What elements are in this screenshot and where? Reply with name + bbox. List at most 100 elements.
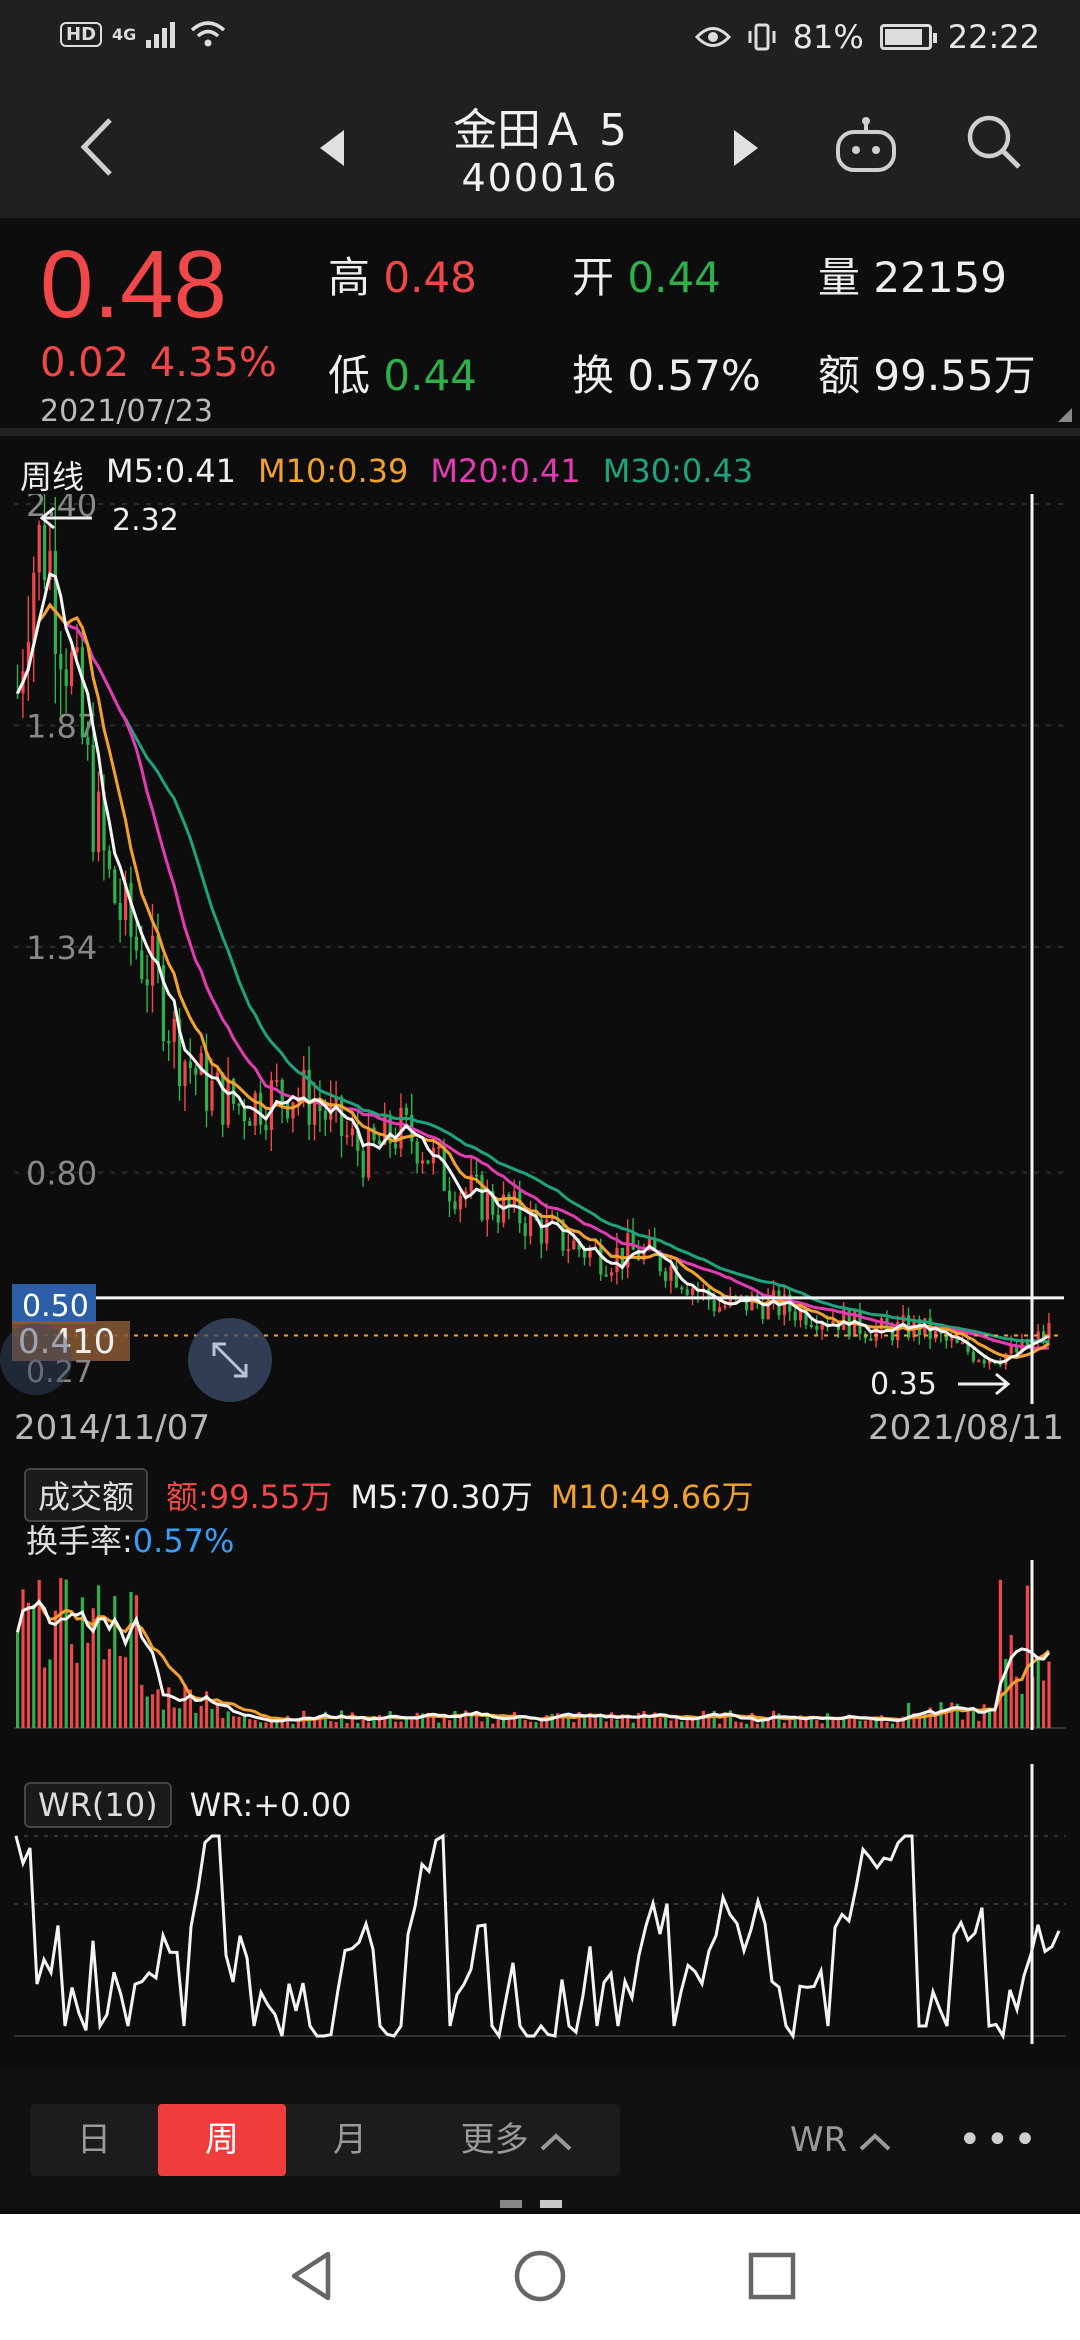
search-icon[interactable]: [964, 112, 1024, 172]
volume-chart[interactable]: [0, 1560, 1080, 1730]
candle-body: [237, 1103, 241, 1107]
tab-day[interactable]: 日: [30, 2104, 158, 2176]
tab-month[interactable]: 月: [286, 2104, 414, 2176]
volume-bar: [934, 1716, 938, 1728]
volume-bar: [350, 1712, 354, 1728]
candle-body: [80, 647, 84, 738]
wr-value: WR:+0.00: [189, 1786, 352, 1824]
volume-bar: [917, 1718, 921, 1728]
volume-bar: [766, 1719, 770, 1728]
volume-bar: [48, 1659, 52, 1728]
battery-icon: [879, 24, 937, 50]
candle-body: [718, 1307, 722, 1312]
candle-body: [604, 1274, 608, 1277]
candle-body: [286, 1101, 290, 1119]
volume-bar: [215, 1702, 219, 1728]
volume-indicator-button[interactable]: 成交额: [24, 1468, 149, 1522]
indicator-select[interactable]: WR: [790, 2104, 892, 2176]
candle-body: [610, 1272, 614, 1276]
candle-body: [275, 1079, 279, 1082]
candle-body: [723, 1305, 727, 1308]
volume-bar: [75, 1662, 79, 1728]
volume-bar: [107, 1648, 111, 1728]
volume-bar: [361, 1718, 365, 1728]
volume-bar: [718, 1723, 722, 1728]
volume-bar: [129, 1591, 133, 1728]
volume-bar: [890, 1723, 894, 1728]
candle-body: [712, 1300, 716, 1312]
nav-home-icon[interactable]: [512, 2248, 568, 2304]
vibrate-icon: [748, 23, 776, 51]
candle-body: [70, 652, 74, 687]
volume-bar: [16, 1632, 20, 1728]
candle-body: [858, 1309, 862, 1334]
wr-indicator-button[interactable]: WR(10): [24, 1782, 172, 1828]
indicator-select-label: WR: [790, 2120, 848, 2160]
candle-body: [971, 1351, 975, 1362]
low-field: 低 0.44: [328, 342, 477, 403]
turnover-rate-value: 0.57%: [132, 1522, 235, 1560]
volume-bar: [1009, 1634, 1013, 1728]
candle-body: [545, 1219, 549, 1244]
volume-bar: [604, 1721, 608, 1728]
candle-body: [977, 1360, 981, 1363]
volume-bar: [669, 1720, 673, 1728]
turnover-rate: 换手率:0.57%: [26, 1516, 234, 1562]
candle-body: [361, 1150, 365, 1178]
price-change: 0.02 4.35%: [40, 340, 277, 386]
volume-bars: [16, 1578, 1051, 1728]
volume-bar: [674, 1717, 678, 1728]
volume-bar: [944, 1712, 948, 1728]
expand-corner-icon[interactable]: [1058, 408, 1072, 422]
candle-body: [167, 1041, 171, 1044]
volume-bar: [291, 1723, 295, 1728]
candle-body: [480, 1174, 484, 1220]
nav-back-icon[interactable]: [284, 2248, 340, 2304]
volume-bar: [221, 1717, 225, 1728]
volume-bar: [863, 1720, 867, 1728]
turnover-label: 换: [572, 351, 615, 400]
low-label: 低: [328, 351, 371, 400]
tab-more[interactable]: 更多: [414, 2104, 620, 2176]
nav-recents-icon[interactable]: [744, 2248, 800, 2304]
volume-bar: [950, 1702, 954, 1728]
next-stock-icon[interactable]: [730, 128, 760, 168]
page-indicator: [500, 2200, 562, 2208]
volume-amount: 额:99.55万: [166, 1478, 333, 1516]
low-value: 0.44: [383, 351, 477, 400]
back-arrow-icon[interactable]: [74, 112, 124, 182]
volume-bar: [172, 1707, 176, 1728]
signal-icon: [146, 22, 176, 48]
candle-body: [183, 1061, 187, 1087]
volume-bar: [199, 1705, 203, 1728]
open-label: 开: [572, 253, 615, 302]
volume-bar: [858, 1720, 862, 1728]
candle-body: [323, 1111, 327, 1120]
robot-assistant-icon[interactable]: [834, 116, 898, 176]
volume-bar: [961, 1719, 965, 1728]
volume-bar: [615, 1719, 619, 1728]
volume-bar: [793, 1719, 797, 1728]
left-floating-circle[interactable]: [0, 1323, 72, 1395]
volume-bar: [448, 1720, 452, 1728]
volume-bar: [1015, 1676, 1019, 1728]
volume-bar: [599, 1716, 603, 1728]
candle-body: [631, 1233, 635, 1250]
volume-bar: [367, 1722, 371, 1728]
volume-bar: [998, 1579, 1002, 1728]
volume-legend: 成交额 额:99.55万 M5:70.30万 M10:49.66万: [24, 1468, 754, 1522]
fullscreen-button[interactable]: [188, 1318, 272, 1402]
candle-body: [664, 1271, 668, 1281]
candle-body: [615, 1247, 619, 1273]
volume-bar: [334, 1721, 338, 1728]
volume-bar: [410, 1718, 414, 1728]
volume-bar: [32, 1604, 36, 1728]
candle-body: [458, 1195, 462, 1210]
price-chart[interactable]: 2.401.871.340.80 2.32 0.35 0.50 0.410 0.…: [0, 494, 1080, 1404]
tab-week[interactable]: 周: [158, 2104, 286, 2176]
candle-body: [134, 936, 138, 951]
more-options-button[interactable]: •••: [958, 2104, 1041, 2176]
candle-body: [345, 1135, 349, 1138]
volume-bar: [102, 1659, 106, 1728]
volume-bar: [167, 1687, 171, 1728]
